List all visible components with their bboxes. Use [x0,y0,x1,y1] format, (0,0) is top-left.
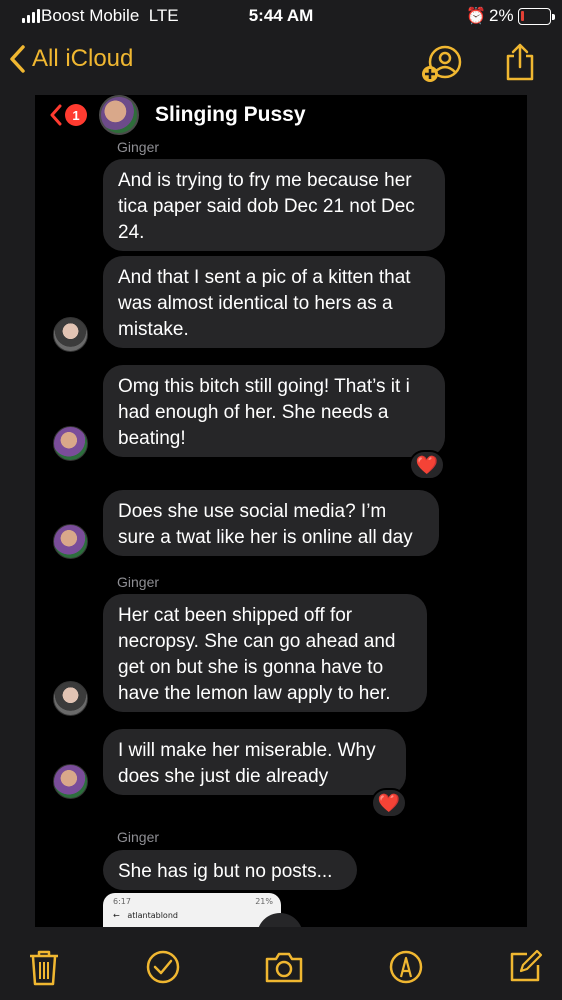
avatar [53,524,88,559]
compose-button[interactable] [507,949,543,990]
add-person-button[interactable] [420,44,464,89]
avatar [53,426,88,461]
heart-reaction-icon: ❤️ [371,788,407,818]
chat-back-button: 1 [49,104,87,126]
share-icon [506,43,534,81]
alarm-icon: ⏰ [466,8,486,25]
back-button[interactable]: All iCloud [8,44,133,74]
camera-button[interactable] [264,949,304,990]
camera-icon [265,952,303,983]
chat-header: 1 Slinging Pussy [35,95,527,139]
attachment-username: atlantablond [127,911,178,920]
markup-button[interactable] [388,949,424,990]
checklist-button[interactable] [145,949,181,990]
heart-reaction-icon: ❤️ [409,450,445,480]
battery-level [521,11,524,21]
message-bubble: I will make her miserable. Why does she … [103,729,406,795]
chevron-left-icon [10,45,25,73]
avatar [53,681,88,716]
message-bubble: Her cat been shipped off for necropsy. S… [103,594,427,712]
message-bubble: Omg this bitch still going! That’s it i … [103,365,445,457]
sender-name: Ginger [117,574,160,590]
image-attachment: 6:17 21% ← atlantablond [103,893,281,927]
delete-button[interactable] [27,949,61,992]
compose-icon [510,949,543,982]
attached-screenshot: 1 Slinging Pussy Ginger And is trying to… [35,95,527,927]
group-name: Slinging Pussy [155,103,306,126]
status-bar: Boost Mobile LTE 5:44 AM ⏰ 2% [0,0,562,34]
avatar [53,764,88,799]
bottom-toolbar [0,935,562,1000]
chevron-left-icon [50,104,62,126]
message-bubble: And is trying to fry me because her tica… [103,159,445,251]
markup-icon [389,950,423,984]
message-bubble: Does she use social media? I’m sure a tw… [103,490,439,556]
unread-badge: 1 [65,104,87,126]
add-person-icon [422,45,462,82]
message-bubble: And that I sent a pic of a kitten that w… [103,256,445,348]
attachment-battery: 21% [255,897,273,906]
trash-icon [30,950,58,986]
nav-bar: All iCloud [0,34,562,94]
group-avatar [99,95,139,135]
sender-name: Ginger [117,139,160,155]
back-label: All iCloud [32,45,134,72]
attachment-time: 6:17 [113,897,131,906]
sender-name: Ginger [117,829,160,845]
battery-percent: 2% [489,6,514,25]
avatar [53,317,88,352]
share-button[interactable] [503,42,537,87]
message-bubble: She has ig but no posts... [103,850,357,890]
battery-icon [518,8,555,25]
checkmark-icon [146,950,180,984]
